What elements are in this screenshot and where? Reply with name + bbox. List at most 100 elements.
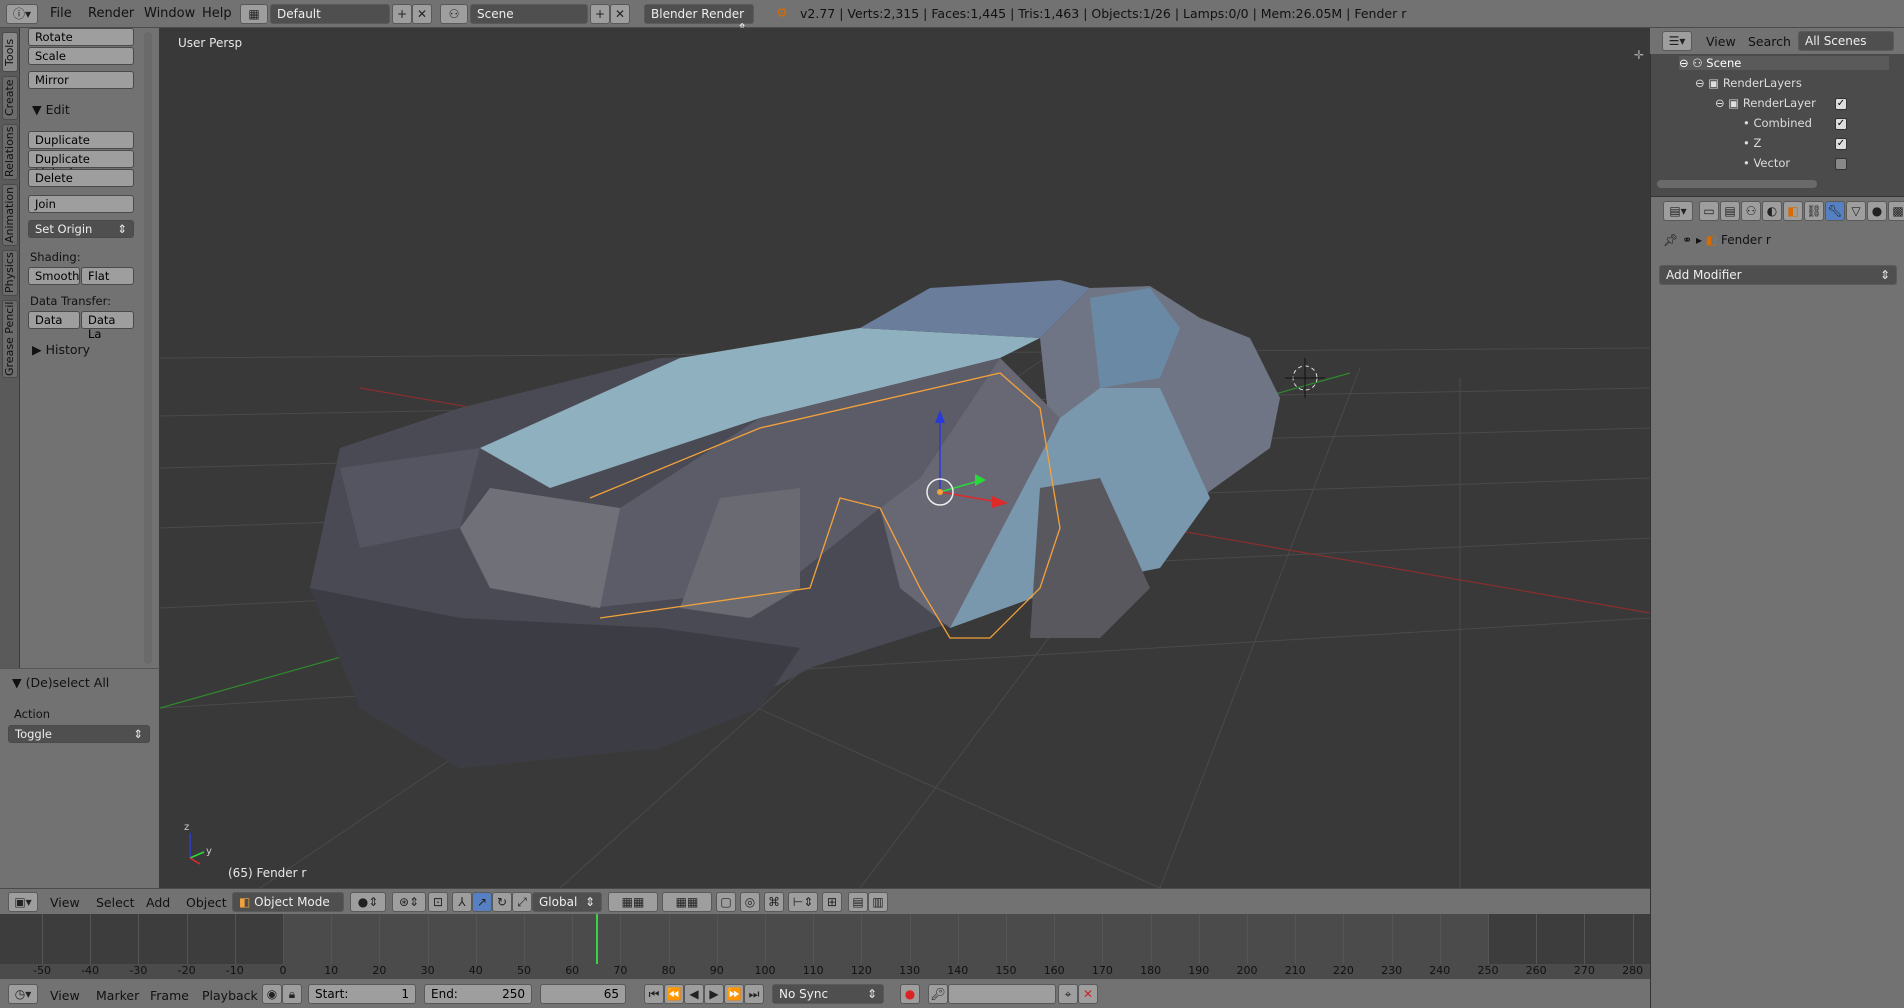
tool-shelf-scrollbar[interactable] [144,32,152,664]
duplicate-linked-button[interactable]: Duplicate Linked [28,150,134,180]
renderlayer-checkbox[interactable]: ✓ [1835,98,1847,110]
remove-layout-icon[interactable]: ✕ [412,4,432,24]
record-icon[interactable]: ● [900,984,920,1004]
pivot-point-icon[interactable]: ⊛⇕ [392,892,426,912]
keying-set-field[interactable] [948,984,1056,1004]
mode-select[interactable]: ◧ Object Mode [232,892,344,912]
render-tab-icon[interactable]: ▭ [1699,201,1719,221]
history-panel-header[interactable]: ▶ History [32,342,90,357]
preview-range-icon[interactable]: ◉ [262,984,282,1004]
rotate-button[interactable]: Rotate [28,28,134,46]
orientation-select[interactable]: Global ⇕ [532,892,602,912]
menu-render[interactable]: Render [88,6,134,21]
combined-checkbox[interactable]: ✓ [1835,118,1847,130]
keying-set-icon[interactable]: 🔑︎ [928,984,948,1004]
set-origin-select[interactable]: Set Origin ⇕ [28,220,134,238]
menu-frame[interactable]: Frame [150,988,189,1003]
timeline[interactable]: -50 -40 -30 -20 -10 0 10 20 30 40 50 60 70 80 90 100 110… [0,914,1650,978]
data-tab-icon[interactable]: ▽ [1846,201,1866,221]
end-frame-field[interactable]: End: 250 [424,984,532,1004]
tab-tools[interactable]: Tools [2,32,18,72]
menu-timeline-view[interactable]: View [50,988,80,1003]
properties-editor-icon[interactable]: ▤▾ [1663,201,1693,221]
current-frame-cursor[interactable] [596,914,599,964]
proportional-edit-icon[interactable]: ◎ [740,892,760,912]
tab-grease-pencil[interactable]: Grease Pencil [2,300,18,378]
jump-start-icon[interactable]: ⏮ [644,984,664,1004]
remove-scene-icon[interactable]: ✕ [610,4,630,24]
tab-relations[interactable]: Relations [2,124,18,180]
render-opengl-icon[interactable]: ▤ [848,892,868,912]
menu-add[interactable]: Add [146,895,170,910]
flat-button[interactable]: Flat [81,267,134,285]
visible-only-icon[interactable]: ⊡ [428,892,448,912]
lock-time-icon[interactable]: 🔒︎ [282,984,302,1004]
add-modifier-select[interactable]: Add Modifier ⇕ [1659,265,1897,285]
editor-type-icon[interactable]: ▣▾ [8,892,38,912]
jump-keyframe-back-icon[interactable]: ⏪ [664,984,684,1004]
menu-select[interactable]: Select [96,895,135,910]
menu-file[interactable]: File [50,6,72,21]
translate-icon[interactable]: ↗ [472,892,492,912]
outliner-editor-icon[interactable]: ☰▾ [1662,31,1692,51]
lock-layers-icon[interactable]: ▢ [716,892,736,912]
car-model[interactable] [310,280,1280,768]
menu-marker[interactable]: Marker [96,988,139,1003]
pin-icon[interactable]: 📌︎ [1663,233,1678,247]
mirror-button[interactable]: Mirror [28,71,134,89]
play-icon[interactable]: ▶ [704,984,724,1004]
scene-tab-icon[interactable]: ⚇ [1741,201,1761,221]
tab-animation[interactable]: Animation [2,184,18,246]
view-expand-icon[interactable]: ✛ [1634,48,1644,62]
outliner-row-combined[interactable]: • Combined [1743,116,1812,130]
scene-name-field[interactable]: Scene [470,4,588,24]
render-engine-select[interactable]: Blender Render⇕ [644,4,754,35]
layout-name-field[interactable]: Default [270,4,390,24]
snap-align-icon[interactable]: ⊞ [822,892,842,912]
outliner-menu-view[interactable]: View [1706,34,1736,49]
current-frame-field[interactable]: 65 [540,984,626,1004]
scene-icon[interactable]: ⚇ [440,4,468,24]
insert-keyframe-icon[interactable]: ⌖ [1058,984,1078,1004]
info-editor-icon[interactable]: ⓘ▾ [6,4,38,24]
outliner-row-renderlayer[interactable]: ⊖ ▣ RenderLayer [1715,96,1816,110]
start-frame-field[interactable]: Start: 1 [308,984,416,1004]
snap-icon[interactable]: ⌘ [764,892,784,912]
scale-button[interactable]: Scale [28,47,134,65]
tab-physics[interactable]: Physics [2,250,18,296]
outliner-row-renderlayers[interactable]: ⊖ ▣ RenderLayers [1695,76,1802,90]
jump-end-icon[interactable]: ⏭ [744,984,764,1004]
delete-keyframe-icon[interactable]: ✕ [1078,984,1098,1004]
layout-grid-icon[interactable]: ▦ [240,4,268,24]
menu-object[interactable]: Object [186,895,227,910]
3d-viewport[interactable]: z y User Persp (65) Fender r ✛ [160,28,1650,888]
render-animation-icon[interactable]: ▥ [868,892,888,912]
snap-target-icon[interactable]: ⊢⇕ [788,892,818,912]
outliner-row-vector[interactable]: • Vector [1743,156,1790,170]
outliner-menu-search[interactable]: Search [1748,34,1791,49]
scale-icon[interactable]: ⤢ [512,892,532,912]
smooth-button[interactable]: Smooth [28,267,80,285]
object-tab-icon[interactable]: ◧ [1783,201,1803,221]
operator-header[interactable]: ▼ (De)select All [12,675,109,690]
layers-grid-2-icon[interactable]: ▦▦ [662,892,712,912]
sync-select[interactable]: No Sync ⇕ [772,984,884,1004]
add-scene-icon[interactable]: + [590,4,610,24]
add-layout-icon[interactable]: + [392,4,412,24]
outliner-h-scrollbar[interactable] [1657,180,1817,188]
manipulator-toggle-icon[interactable]: ⅄ [452,892,472,912]
data-button[interactable]: Data [28,311,80,329]
world-tab-icon[interactable]: ◐ [1762,201,1782,221]
join-button[interactable]: Join [28,195,134,213]
render-layers-tab-icon[interactable]: ▤ [1720,201,1740,221]
edit-panel-header[interactable]: ▼ Edit [32,102,70,117]
menu-window[interactable]: Window [144,6,195,21]
constraints-tab-icon[interactable]: ⛓ [1804,201,1824,221]
play-reverse-icon[interactable]: ◀ [684,984,704,1004]
modifiers-tab-icon[interactable]: 🔧︎ [1825,201,1845,221]
rotate-icon[interactable]: ↻ [492,892,512,912]
duplicate-button[interactable]: Duplicate [28,131,134,149]
texture-tab-icon[interactable]: ▩ [1888,201,1904,221]
material-tab-icon[interactable]: ● [1867,201,1887,221]
timeline-editor-icon[interactable]: ◷▾ [8,984,38,1004]
